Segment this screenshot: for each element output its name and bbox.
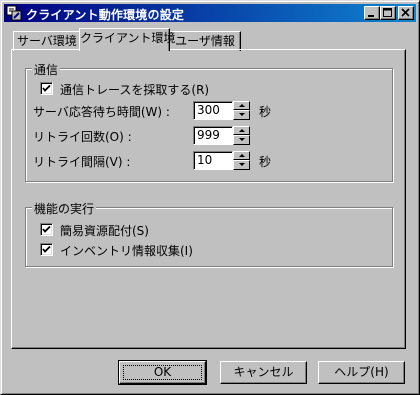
checkmark-icon xyxy=(42,84,51,92)
app-settings-icon xyxy=(6,5,22,21)
checkbox-box[interactable] xyxy=(40,243,53,256)
spin-down-icon xyxy=(239,138,245,141)
spin-buttons xyxy=(233,126,250,145)
tab-label: サーバ環境 xyxy=(17,34,77,48)
close-icon xyxy=(401,8,410,17)
timeout-spinner[interactable]: 300 xyxy=(193,101,250,120)
retry-interval-input[interactable]: 10 xyxy=(193,151,233,170)
tab-label: クライアント環境 xyxy=(80,31,176,45)
maximize-button[interactable] xyxy=(380,6,396,20)
retry-interval-label: リトライ間隔(V) : xyxy=(33,155,131,169)
timeout-label: サーバ応答待ち時間(W) : xyxy=(33,105,170,119)
group-title: 通信 xyxy=(32,61,61,78)
spin-up-button[interactable] xyxy=(233,151,250,160)
checkmark-icon xyxy=(42,225,51,233)
checkbox-box[interactable] xyxy=(40,223,53,236)
button-label: キャンセル xyxy=(233,365,294,379)
timeout-unit: 秒 xyxy=(259,105,272,119)
spin-down-button[interactable] xyxy=(233,110,250,120)
spin-buttons xyxy=(233,101,250,120)
spin-buttons xyxy=(233,151,250,170)
checkbox-label: 簡易資源配付(S) xyxy=(60,224,149,238)
retry-count-spinner[interactable]: 999 xyxy=(193,126,250,145)
group-title: 機能の実行 xyxy=(32,200,97,217)
spin-up-icon xyxy=(239,104,245,107)
spin-up-icon xyxy=(239,129,245,132)
button-label: ヘルプ(H) xyxy=(334,365,389,379)
tab-server-environment[interactable]: サーバ環境 xyxy=(13,31,81,51)
window-title: クライアント動作環境の設定 xyxy=(26,8,185,22)
tab-panel: 通信 通信トレースを採取する(R) サーバ応答待ち時間(W) : 300 秒 リ… xyxy=(11,49,406,349)
close-button[interactable] xyxy=(398,6,414,20)
checkmark-icon xyxy=(42,245,51,253)
features-group: 機能の実行 簡易資源配付(S) インベントリ情報収集(I) xyxy=(25,200,393,267)
retry-count-input[interactable]: 999 xyxy=(193,126,233,145)
spin-down-icon xyxy=(239,163,245,166)
retry-count-label: リトライ回数(O) : xyxy=(33,130,132,144)
communication-group: 通信 通信トレースを採取する(R) サーバ応答待ち時間(W) : 300 秒 リ… xyxy=(25,61,393,182)
retry-interval-spinner[interactable]: 10 xyxy=(193,151,250,170)
checkbox-label: インベントリ情報収集(I) xyxy=(60,244,193,258)
spin-up-icon xyxy=(239,154,245,157)
checkbox-label: 通信トレースを採取する(R) xyxy=(60,83,210,97)
tab-label: ユーザ情報 xyxy=(175,34,235,48)
timeout-input[interactable]: 300 xyxy=(193,101,233,120)
ok-button[interactable]: OK xyxy=(118,360,207,385)
retry-interval-unit: 秒 xyxy=(259,155,272,169)
minimize-button[interactable] xyxy=(364,6,380,20)
cancel-button[interactable]: キャンセル xyxy=(220,361,307,384)
settings-dialog: クライアント動作環境の設定 サーバ環境 クライアント環境 ユーザ情報 通信 通信… xyxy=(0,0,420,395)
spin-up-button[interactable] xyxy=(233,126,250,135)
tab-user-info[interactable]: ユーザ情報 xyxy=(169,31,241,51)
focus-rect xyxy=(123,365,202,380)
tab-client-environment[interactable]: クライアント環境 xyxy=(79,28,176,51)
maximize-icon xyxy=(383,8,392,17)
spin-down-button[interactable] xyxy=(233,160,250,170)
checkbox-box[interactable] xyxy=(40,82,53,95)
minimize-icon xyxy=(368,15,374,17)
title-bar[interactable]: クライアント動作環境の設定 xyxy=(4,4,416,22)
spin-down-button[interactable] xyxy=(233,135,250,145)
help-button[interactable]: ヘルプ(H) xyxy=(318,361,405,384)
spin-up-button[interactable] xyxy=(233,101,250,110)
spin-down-icon xyxy=(239,113,245,116)
